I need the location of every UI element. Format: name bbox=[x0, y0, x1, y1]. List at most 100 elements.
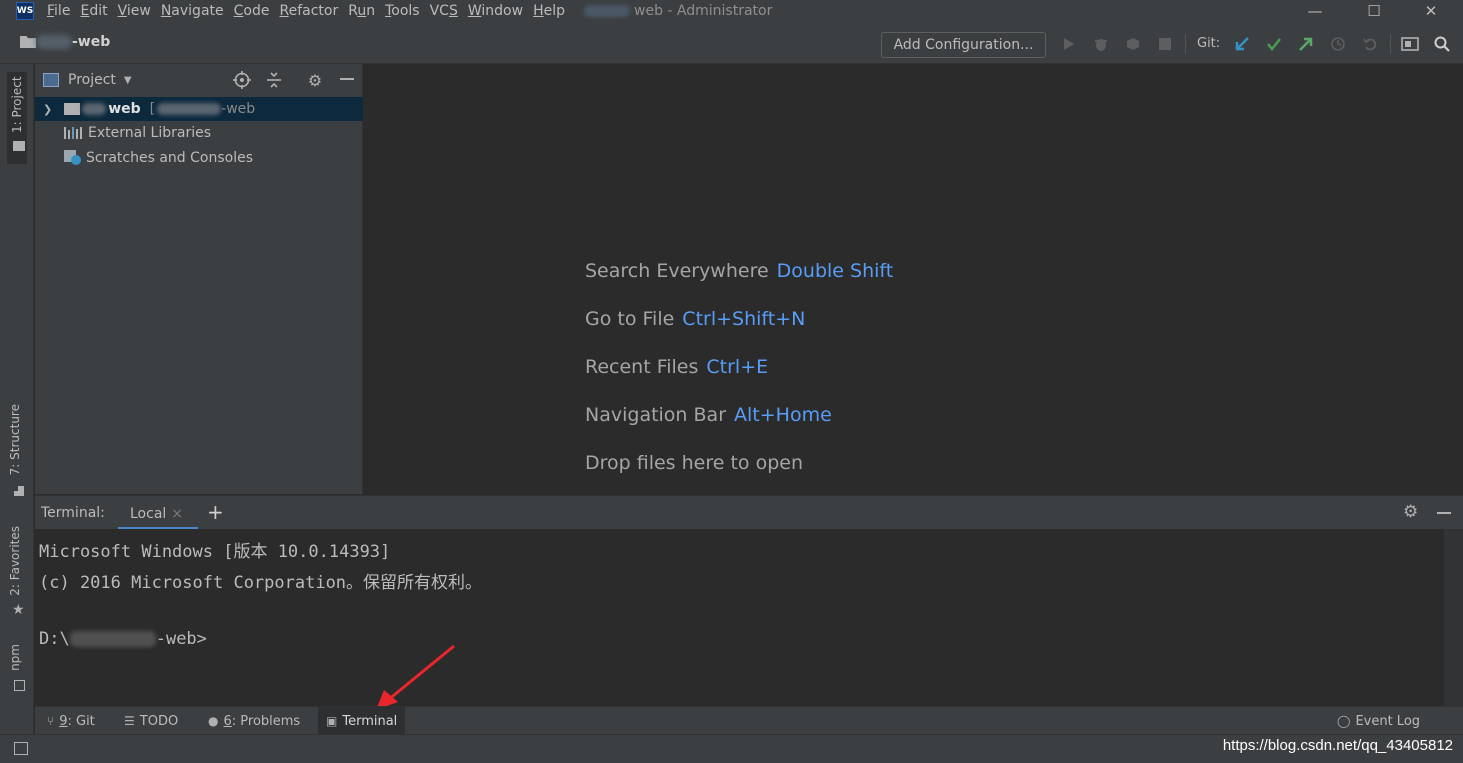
gear-icon[interactable]: ⚙ bbox=[305, 70, 325, 90]
webstorm-logo-icon: WS bbox=[16, 2, 34, 20]
menu-tools[interactable]: Tools bbox=[380, 0, 425, 22]
status-bar: https://blog.csdn.net/qq_43405812 bbox=[0, 734, 1463, 763]
stop-icon[interactable] bbox=[1156, 35, 1174, 53]
tool-tab-problems-num: 6 bbox=[223, 713, 232, 729]
tool-tab-terminal-label: Terminal bbox=[342, 713, 398, 729]
menu-vcs[interactable]: VCS bbox=[425, 0, 463, 22]
menu-view[interactable]: View bbox=[113, 0, 156, 22]
redacted-project-blur bbox=[36, 35, 72, 49]
menu-edit[interactable]: Edit bbox=[75, 0, 112, 22]
tool-tab-event-log[interactable]: ◯ Event Log bbox=[1329, 707, 1428, 735]
tree-label-scratches: Scratches and Consoles bbox=[86, 150, 253, 166]
hint-shortcut: Ctrl+E bbox=[706, 356, 769, 378]
hint-search-everywhere: Search Everywhere Double Shift bbox=[585, 260, 893, 282]
editor-empty-area[interactable]: Search Everywhere Double Shift Go to File… bbox=[364, 64, 1463, 494]
toggle-tool-windows-icon[interactable] bbox=[14, 742, 28, 755]
tool-tab-git[interactable]: ⑂ 9: Git bbox=[39, 707, 103, 735]
rollback-icon[interactable] bbox=[1361, 35, 1379, 53]
tool-tab-terminal[interactable]: ▣ Terminal bbox=[318, 707, 406, 735]
close-window-button[interactable]: ✕ bbox=[1408, 0, 1454, 22]
git-branch-icon: ⑂ bbox=[47, 714, 55, 728]
debug-icon[interactable] bbox=[1092, 35, 1110, 53]
tool-tab-favorites-label: 2: Favorites bbox=[8, 526, 22, 596]
terminal-prompt-suffix: -web> bbox=[155, 629, 207, 649]
git-update-icon[interactable] bbox=[1233, 35, 1251, 53]
folder-icon bbox=[20, 36, 36, 48]
chevron-down-icon[interactable]: ▼ bbox=[124, 75, 132, 86]
project-view-icon bbox=[43, 73, 59, 87]
terminal-icon: ▣ bbox=[326, 714, 338, 728]
tool-tab-problems-label: : Problems bbox=[231, 713, 301, 729]
history-icon[interactable] bbox=[1329, 35, 1347, 53]
presentation-mode-icon[interactable] bbox=[1401, 35, 1419, 53]
hint-text: Go to File bbox=[585, 308, 675, 330]
project-tool-window: Project ▼ ⚙ ❯ web [ -web External Librar… bbox=[35, 64, 363, 494]
hint-drop-files: Drop files here to open bbox=[585, 452, 803, 474]
tool-tab-todo-label: TODO bbox=[139, 713, 179, 729]
add-configuration-button[interactable]: Add Configuration... bbox=[881, 32, 1046, 58]
hint-text: Recent Files bbox=[585, 356, 699, 378]
tool-tab-npm[interactable]: npm bbox=[8, 644, 22, 671]
git-push-icon[interactable] bbox=[1297, 35, 1315, 53]
project-view-dropdown[interactable]: Project bbox=[68, 72, 116, 88]
terminal-tab-label: Local bbox=[130, 505, 167, 522]
menu-code[interactable]: Code bbox=[229, 0, 275, 22]
coverage-icon[interactable] bbox=[1124, 35, 1142, 53]
structure-icon bbox=[14, 486, 24, 496]
tool-tab-favorites[interactable]: 2: Favorites bbox=[8, 526, 22, 596]
problems-icon: ● bbox=[208, 714, 219, 728]
terminal-prompt-line: D:\ -web> bbox=[39, 629, 207, 649]
menu-help[interactable]: Help bbox=[528, 0, 570, 22]
tree-root-path-prefix: [ bbox=[149, 101, 156, 117]
menu-navigate[interactable]: Navigate bbox=[156, 0, 229, 22]
libraries-icon bbox=[64, 127, 82, 139]
git-label: Git: bbox=[1197, 36, 1221, 51]
run-icon[interactable] bbox=[1060, 35, 1078, 53]
terminal-tab-local[interactable]: Local × bbox=[118, 500, 198, 530]
hint-shortcut: Double Shift bbox=[776, 260, 894, 282]
redacted-blur bbox=[82, 103, 107, 115]
terminal-line: (c) 2016 Microsoft Corporation。保留所有权利。 bbox=[39, 573, 483, 593]
tool-tab-project-label: 1: Project bbox=[10, 76, 24, 133]
git-commit-icon[interactable] bbox=[1265, 35, 1283, 53]
chevron-right-icon[interactable]: ❯ bbox=[43, 103, 52, 116]
hint-shortcut: Ctrl+Shift+N bbox=[682, 308, 806, 330]
navigation-bar: -web Add Configuration... Git: bbox=[0, 22, 1463, 64]
menu-refactor[interactable]: Refactor bbox=[274, 0, 343, 22]
left-tool-window-stripe: 1: Project 7: Structure 2: Favorites ★ n… bbox=[0, 64, 34, 734]
hint-shortcut: Alt+Home bbox=[734, 404, 832, 426]
menu-run[interactable]: Run bbox=[343, 0, 380, 22]
close-tab-icon[interactable]: × bbox=[171, 506, 183, 522]
terminal-scrollbar[interactable] bbox=[1444, 529, 1463, 706]
menu-file[interactable]: File bbox=[42, 0, 75, 22]
project-panel-header: Project ▼ ⚙ bbox=[35, 64, 363, 96]
maximize-button[interactable]: ☐ bbox=[1351, 0, 1397, 22]
tool-tab-structure[interactable]: 7: Structure bbox=[8, 404, 22, 475]
locate-file-icon[interactable] bbox=[232, 70, 252, 90]
terminal-output[interactable]: Microsoft Windows [版本 10.0.14393] (c) 20… bbox=[35, 529, 1444, 706]
hide-panel-icon[interactable] bbox=[337, 70, 357, 90]
hide-panel-icon[interactable] bbox=[1437, 512, 1451, 514]
tool-tab-git-label: : Git bbox=[67, 713, 95, 729]
redacted-title-blur bbox=[584, 5, 630, 17]
tree-row-external-libraries[interactable]: External Libraries bbox=[35, 121, 363, 145]
project-folder-icon bbox=[13, 141, 25, 151]
hint-recent-files: Recent Files Ctrl+E bbox=[585, 356, 768, 378]
tree-row-scratches[interactable]: Scratches and Consoles bbox=[35, 146, 363, 170]
hint-text: Drop files here to open bbox=[585, 452, 804, 474]
menu-window[interactable]: Window bbox=[463, 0, 528, 22]
scratches-icon bbox=[64, 150, 82, 166]
collapse-all-icon[interactable] bbox=[264, 70, 284, 90]
tool-tab-problems[interactable]: ● 6: Problems bbox=[200, 707, 308, 735]
star-icon: ★ bbox=[12, 602, 25, 618]
search-icon[interactable] bbox=[1433, 35, 1451, 53]
redacted-blur bbox=[69, 631, 156, 647]
minimize-button[interactable]: — bbox=[1292, 0, 1338, 22]
breadcrumb-project[interactable]: -web bbox=[72, 34, 110, 50]
folder-icon bbox=[64, 103, 81, 115]
toolbar-separator bbox=[1390, 34, 1391, 54]
tree-row-project-root[interactable]: ❯ web [ -web bbox=[35, 97, 363, 121]
gear-icon[interactable]: ⚙ bbox=[1403, 502, 1418, 522]
new-terminal-session-button[interactable]: + bbox=[207, 500, 224, 524]
tool-tab-todo[interactable]: ☰ TODO bbox=[116, 707, 186, 735]
